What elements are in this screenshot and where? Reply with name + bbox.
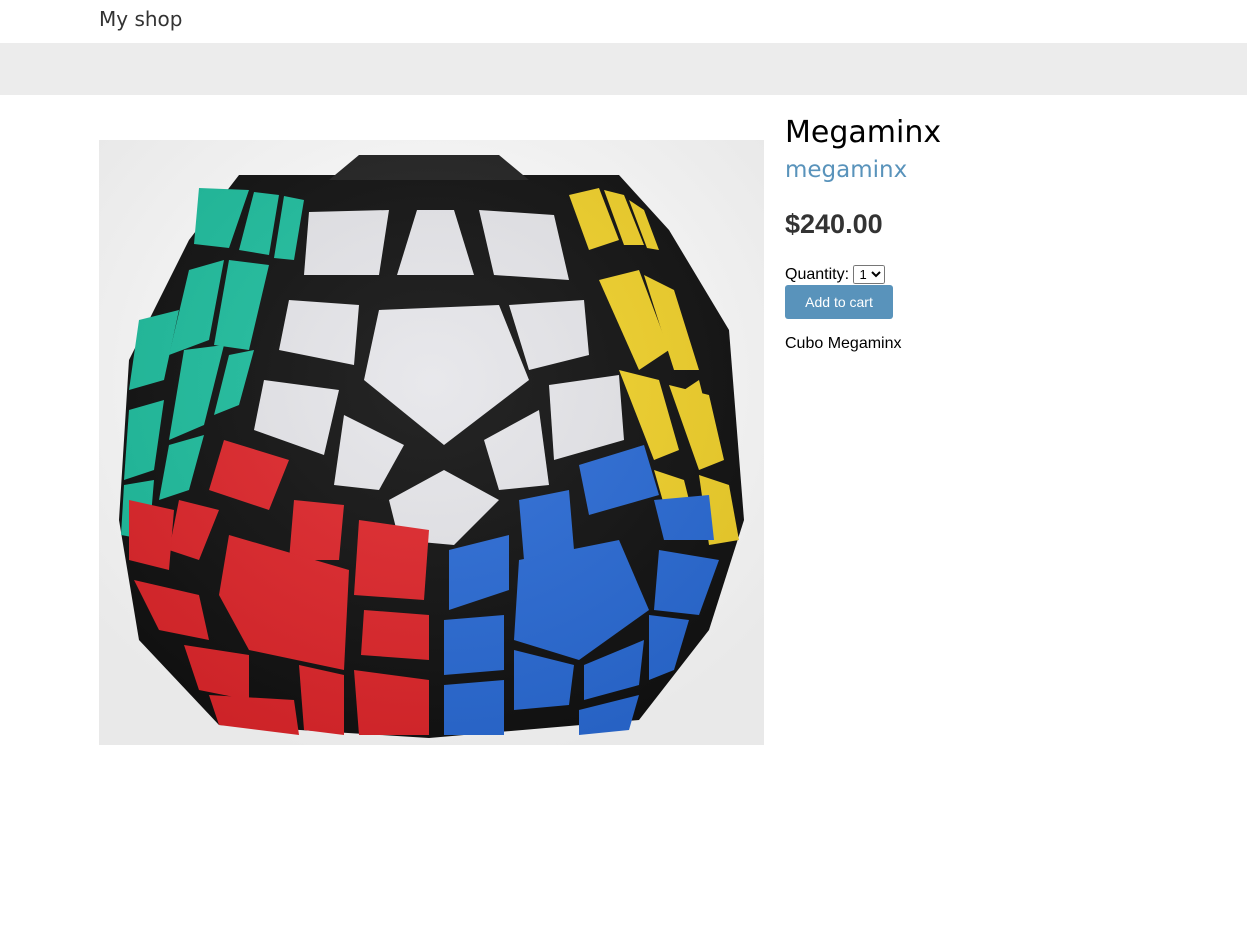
- product-detail: Megaminx megaminx $240.00 Quantity: 1 Ad…: [0, 95, 1247, 951]
- product-description: Cubo Megaminx: [785, 335, 902, 352]
- product-price: $240.00: [785, 209, 883, 239]
- category-link[interactable]: megaminx: [785, 157, 907, 183]
- product-image: [99, 140, 764, 745]
- product-details: Megaminx megaminx $240.00 Quantity: 1 Ad…: [785, 115, 1185, 353]
- subheader-bar: [0, 43, 1247, 95]
- quantity-select[interactable]: 1: [853, 265, 886, 284]
- quantity-label: Quantity:: [785, 266, 850, 283]
- megaminx-image: [99, 140, 764, 745]
- quantity-row: Quantity: 1: [785, 265, 1185, 284]
- shop-logo-link[interactable]: My shop: [99, 7, 182, 31]
- add-to-cart-button[interactable]: Add to cart: [785, 285, 893, 319]
- header: My shop: [0, 0, 1247, 43]
- product-title: Megaminx: [785, 115, 942, 150]
